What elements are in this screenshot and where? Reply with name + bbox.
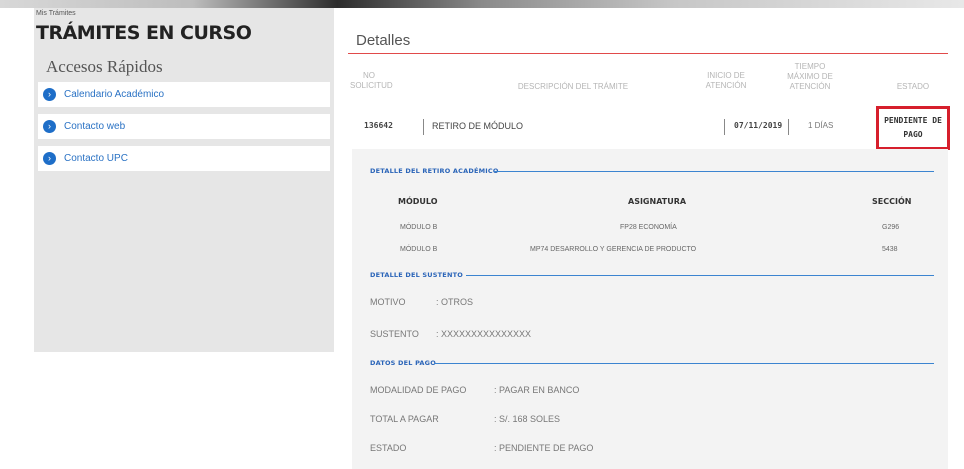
row-tiempo: 1 DÍAS (808, 121, 834, 130)
quick-link-label: Calendario Académico (64, 89, 165, 100)
chevron-right-icon: › (43, 88, 56, 101)
detail-panel: Detalles NO SOLICITUD DESCRIPCIÓN DEL TRÁ… (348, 20, 952, 469)
chevron-right-icon: › (43, 120, 56, 133)
col-no-solicitud: NO SOLICITUD (350, 71, 393, 90)
total-value: : S/. 168 SOLES (494, 414, 561, 424)
row-descripcion: RETIRO DE MÓDULO (432, 121, 524, 131)
td-modulo: MÓDULO B (400, 246, 438, 253)
sustento-value: : XXXXXXXXXXXXXXX (436, 329, 532, 339)
col-estado: ESTADO (896, 82, 930, 91)
modalidad-value: : PAGAR EN BANCO (494, 385, 580, 395)
col-tiempo-maximo: TIEMPO MÁXIMO DE ATENCIÓN (787, 62, 833, 91)
quick-link-label: Contacto web (64, 121, 126, 132)
quick-link-calendario[interactable]: › Calendario Académico (38, 82, 330, 107)
motivo-value: : OTROS (436, 297, 474, 307)
modalidad-label: MODALIDAD DE PAGO (370, 385, 467, 395)
detail-title: Detalles (356, 32, 411, 49)
total-label: TOTAL A PAGAR (370, 414, 439, 424)
td-asignatura: FP28 ECONOMÍA (620, 224, 677, 231)
breadcrumb[interactable]: Mis Trámites (36, 10, 76, 17)
section-pago-heading: DATOS DEL PAGO (370, 359, 436, 367)
col-descripcion: DESCRIPCIÓN DEL TRÁMITE (517, 82, 629, 91)
motivo-label: MOTIVO (370, 297, 406, 307)
cell-separator (724, 119, 725, 135)
section-divider (466, 275, 934, 276)
td-seccion: 5438 (882, 246, 898, 253)
section-divider (494, 171, 934, 172)
th-asignatura: ASIGNATURA (628, 197, 687, 206)
row-inicio-atencion: 07/11/2019 (734, 121, 783, 130)
th-seccion: SECCIÓN (872, 197, 912, 206)
page-title: TRÁMITES EN CURSO (36, 22, 252, 44)
th-modulo: MÓDULO (398, 197, 438, 206)
quick-link-label: Contacto UPC (64, 153, 128, 164)
section-sustento-heading: DETALLE DEL SUSTENTO (370, 271, 463, 279)
sustento-label: SUSTENTO (370, 329, 419, 339)
td-modulo: MÓDULO B (400, 224, 438, 231)
quick-access-title: Accesos Rápidos (46, 57, 163, 76)
detail-divider (348, 53, 948, 54)
chevron-right-icon: › (43, 152, 56, 165)
section-divider (434, 363, 934, 364)
quick-link-contacto-web[interactable]: › Contacto web (38, 114, 330, 139)
row-no-solicitud: 136642 (364, 121, 393, 130)
cell-separator (788, 119, 789, 135)
td-asignatura: MP74 DESARROLLO Y GERENCIA DE PRODUCTO (530, 246, 697, 253)
section-retiro-heading: DETALLE DEL RETIRO ACADÉMICO (370, 167, 499, 175)
top-banner-strip (0, 0, 964, 8)
quick-link-contacto-upc[interactable]: › Contacto UPC (38, 146, 330, 171)
td-seccion: G296 (882, 224, 900, 231)
cell-separator (423, 119, 424, 135)
col-inicio-atencion: INICIO DE ATENCIÓN (705, 71, 747, 90)
status-badge: PENDIENTE DE PAGO (876, 106, 950, 150)
detail-body: DETALLE DEL RETIRO ACADÉMICO MÓDULO ASIG… (352, 149, 948, 469)
